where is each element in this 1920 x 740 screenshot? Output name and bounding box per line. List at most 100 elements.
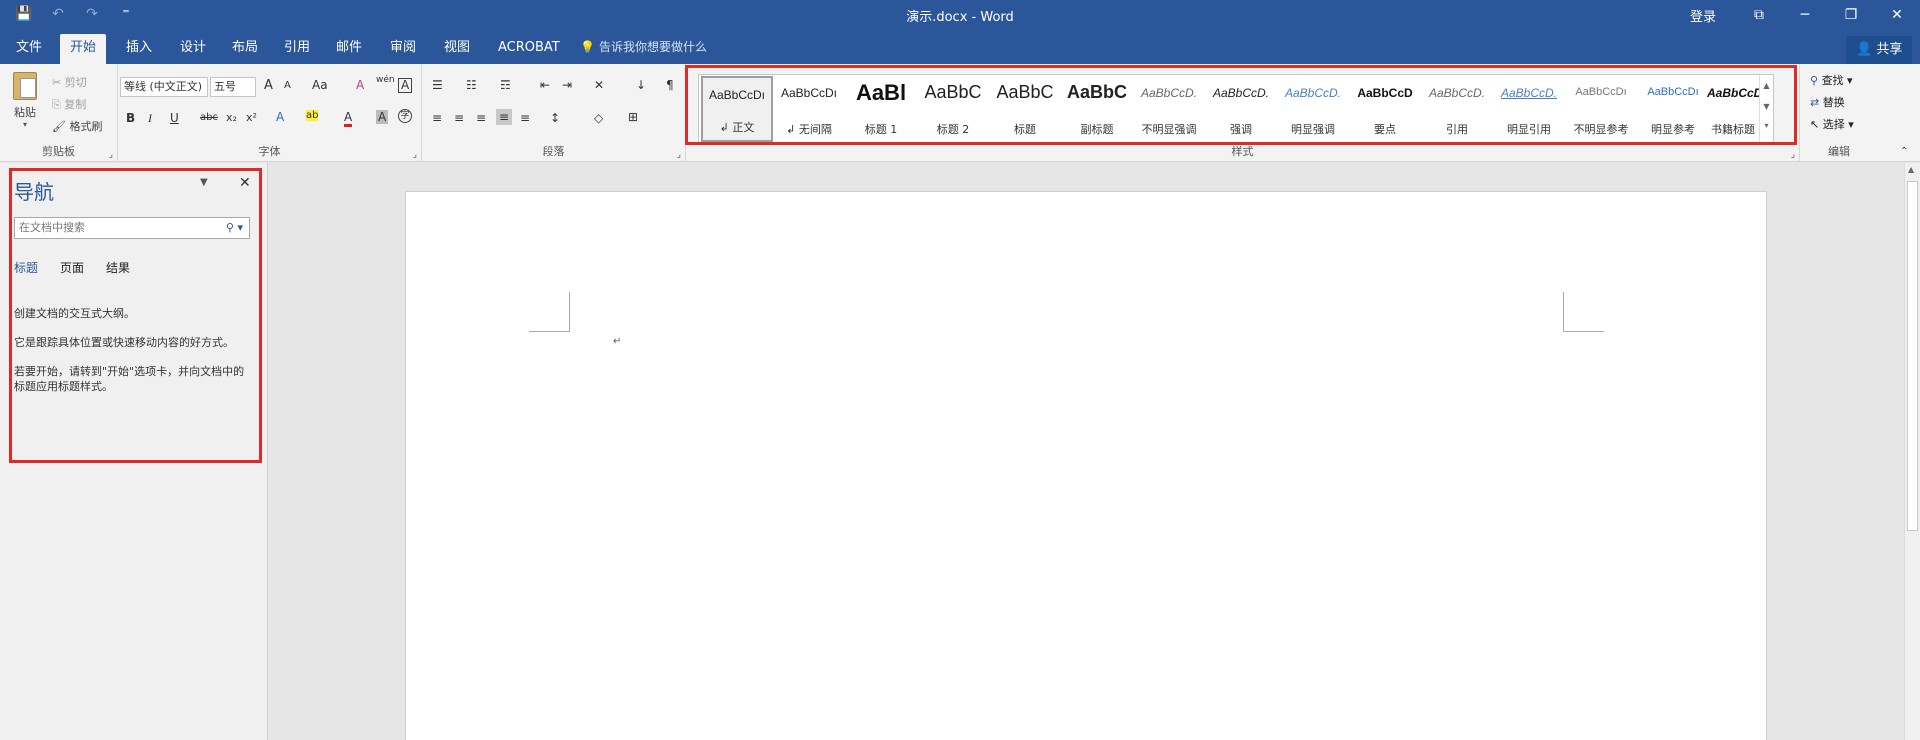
search-icon: ⚲: [1810, 74, 1822, 87]
bullets-button[interactable]: ☰: [432, 78, 443, 92]
subscript-button[interactable]: x₂: [226, 111, 237, 124]
align-left-button[interactable]: ≡: [432, 111, 442, 125]
dialog-launcher-icon[interactable]: ⌟: [413, 150, 417, 160]
find-label: 查找: [1821, 74, 1844, 87]
replace-button[interactable]: ⇄ 替换: [1810, 94, 1845, 110]
document-page[interactable]: ↵: [405, 191, 1767, 740]
align-right-button[interactable]: ≡: [476, 111, 486, 125]
share-button[interactable]: 👤 共享: [1846, 36, 1913, 64]
bold-button[interactable]: B: [126, 111, 135, 125]
clipboard-group: 粘贴 ▾ ✂ 剪切 ⎘ 复制 🖌 格式刷 剪贴板 ⌟: [0, 64, 118, 162]
highlight-button[interactable]: ab: [306, 110, 319, 121]
cut-button[interactable]: ✂ 剪切: [52, 74, 87, 90]
dialog-launcher-icon[interactable]: ⌟: [1791, 150, 1795, 160]
font-name-select[interactable]: 等线 (中文正文): [120, 77, 208, 97]
scroll-up-icon[interactable]: ▲: [1908, 165, 1914, 174]
scissors-icon: ✂: [52, 76, 65, 89]
shading-button[interactable]: ◇: [594, 111, 603, 125]
numbering-button[interactable]: ☷: [466, 78, 477, 92]
tab-file[interactable]: 文件: [6, 34, 52, 64]
shrink-font-button[interactable]: A: [284, 80, 291, 91]
tab-home[interactable]: 开始: [60, 34, 107, 64]
italic-button[interactable]: I: [148, 111, 152, 126]
editing-group-label: 编辑: [1828, 145, 1850, 158]
chinese-layout-button[interactable]: ✕: [594, 78, 604, 92]
increase-indent-button[interactable]: ⇥: [562, 78, 572, 92]
dialog-launcher-icon[interactable]: ⌟: [109, 150, 113, 160]
find-button[interactable]: ⚲ 查找 ▾: [1810, 72, 1853, 88]
collapse-ribbon-icon[interactable]: ⌃: [1900, 146, 1908, 157]
lightbulb-icon: 💡: [580, 39, 595, 54]
styles-highlight-box: [685, 65, 1797, 145]
tab-design[interactable]: 设计: [170, 34, 216, 64]
tab-review[interactable]: 审阅: [380, 34, 426, 64]
character-border-button[interactable]: A: [398, 78, 413, 93]
superscript-button[interactable]: x²: [246, 111, 257, 124]
ribbon-tabs: 文件 开始 插入 设计 布局 引用 邮件 审阅 视图 ACROBAT 💡 告诉我…: [0, 30, 1920, 64]
scrollbar-thumb[interactable]: [1907, 181, 1918, 531]
brush-icon: 🖌: [52, 120, 70, 133]
character-shading-button[interactable]: A: [376, 110, 389, 124]
navigation-pane: 导航 ▼ ✕ 在文档中搜索 ⚲ ▾ 标题 页面 结果 创建文档的交互式大纲。 它…: [0, 163, 268, 740]
copy-icon: ⎘: [52, 98, 65, 111]
font-color-button[interactable]: A: [344, 110, 353, 127]
clipboard-icon: [13, 72, 37, 100]
margin-corner-mark: [529, 331, 570, 332]
grow-font-button[interactable]: A: [264, 78, 273, 93]
title-bar: 💾 ↶ ↷ ⁼ 演示.docx - Word 登录 ⧉ ─ ❐ ✕: [0, 0, 1920, 30]
login-button[interactable]: 登录: [1690, 6, 1716, 25]
tab-layout[interactable]: 布局: [222, 34, 268, 64]
enclose-characters-button[interactable]: 字: [398, 109, 412, 123]
ribbon-display-options-icon[interactable]: ⧉: [1736, 0, 1782, 30]
select-button[interactable]: ↖ 选择 ▾: [1810, 116, 1854, 132]
tab-view[interactable]: 视图: [434, 34, 480, 64]
decrease-indent-button[interactable]: ⇤: [540, 78, 550, 92]
borders-button[interactable]: ⊞: [628, 110, 638, 124]
vertical-scrollbar[interactable]: ▲: [1904, 163, 1920, 740]
tab-acrobat[interactable]: ACROBAT: [488, 34, 570, 64]
line-spacing-button[interactable]: ↕: [550, 111, 560, 125]
tab-insert[interactable]: 插入: [116, 34, 162, 64]
paste-button[interactable]: 粘贴 ▾: [8, 72, 42, 138]
tell-me-text: 告诉我你想要做什么: [598, 40, 707, 54]
distributed-button[interactable]: ≡: [520, 111, 530, 125]
font-group: 等线 (中文正文) 五号 A A Aa A wén A B I U abc x₂…: [118, 64, 422, 162]
replace-icon: ⇄: [1810, 96, 1823, 109]
minimize-button[interactable]: ─: [1782, 0, 1828, 30]
change-case-button[interactable]: Aa: [312, 78, 328, 92]
restore-button[interactable]: ❐: [1828, 0, 1874, 30]
text-effects-button[interactable]: A: [276, 110, 284, 124]
replace-label: 替换: [1822, 96, 1845, 109]
chevron-down-icon: ▾: [22, 120, 27, 129]
ribbon: 粘贴 ▾ ✂ 剪切 ⎘ 复制 🖌 格式刷 剪贴板 ⌟ 等线 (中文正文) 五号 …: [0, 64, 1920, 162]
tell-me-box[interactable]: 💡 告诉我你想要做什么: [580, 38, 707, 55]
paragraph-group: ☰ ☷ ☶ ⇤ ⇥ ✕ ↓ ¶ ≡ ≡ ≡ ≡ ≡ ↕ ◇ ⊞ 段落 ⌟: [422, 64, 686, 162]
close-button[interactable]: ✕: [1874, 0, 1920, 30]
show-marks-button[interactable]: ¶: [666, 78, 674, 92]
font-group-label: 字体: [258, 145, 281, 158]
format-painter-button[interactable]: 🖌 格式刷: [52, 118, 102, 134]
tab-mailings[interactable]: 邮件: [326, 34, 372, 64]
tab-references[interactable]: 引用: [274, 34, 320, 64]
format-painter-label: 格式刷: [69, 120, 103, 133]
sort-button[interactable]: ↓: [636, 78, 646, 92]
share-label: 共享: [1876, 42, 1903, 57]
clear-formatting-button[interactable]: A: [356, 78, 364, 92]
copy-button[interactable]: ⎘ 复制: [52, 96, 86, 112]
user-icon: 👤: [1856, 42, 1873, 57]
center-button[interactable]: ≡: [454, 111, 464, 125]
multilevel-list-button[interactable]: ☶: [500, 78, 511, 92]
dialog-launcher-icon[interactable]: ⌟: [677, 150, 681, 160]
styles-group-label: 样式: [1231, 145, 1254, 158]
font-size-select[interactable]: 五号: [210, 77, 256, 97]
copy-label: 复制: [64, 98, 87, 111]
clipboard-group-label: 剪贴板: [42, 145, 75, 158]
margin-corner-mark: [1563, 331, 1604, 332]
phonetic-guide-button[interactable]: wén: [376, 75, 395, 85]
margin-corner-mark: [569, 292, 570, 332]
justify-button[interactable]: ≡: [496, 109, 513, 125]
paste-label: 粘贴: [14, 106, 36, 119]
paragraph-mark: ↵: [613, 336, 622, 347]
strikethrough-button[interactable]: abc: [200, 112, 218, 123]
underline-button[interactable]: U: [170, 111, 179, 125]
